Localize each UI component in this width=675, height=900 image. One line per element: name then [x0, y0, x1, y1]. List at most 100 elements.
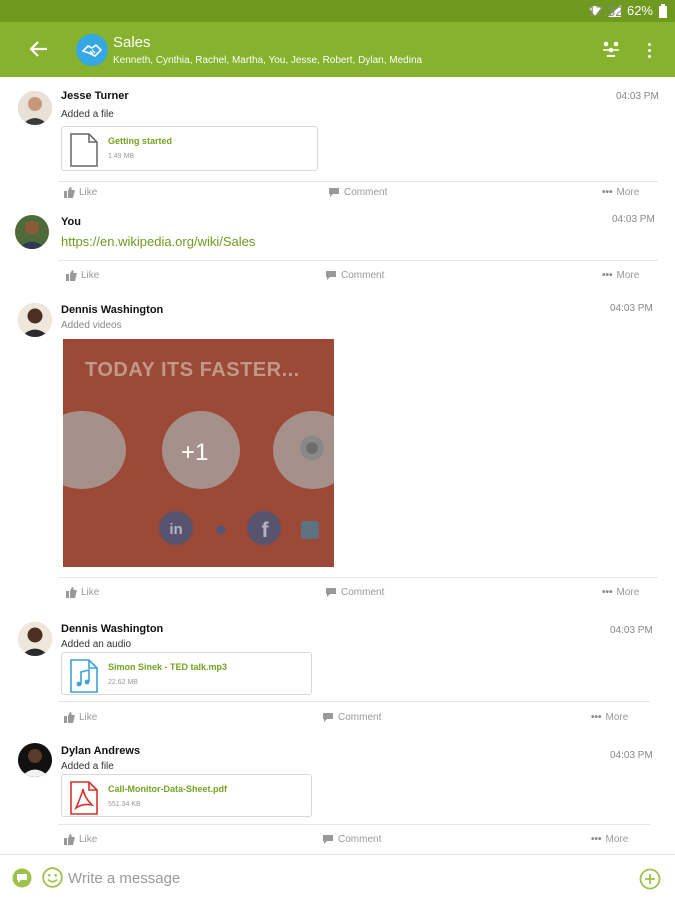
- post-author: Dennis Washington: [61, 623, 164, 635]
- divider: [58, 701, 650, 702]
- avatar[interactable]: [18, 303, 52, 337]
- post-time: 04:03 PM: [610, 625, 653, 636]
- avatar[interactable]: [18, 91, 52, 125]
- message-input[interactable]: [68, 863, 618, 893]
- thumbs-up-icon: [66, 270, 77, 281]
- group-members: Kenneth, Cynthia, Rachel, Martha, You, J…: [113, 55, 423, 66]
- handshake-icon: [81, 43, 103, 57]
- audio-file-icon: [70, 659, 98, 693]
- divider: [58, 181, 658, 182]
- post-time: 04:03 PM: [610, 750, 653, 761]
- post-author: Dennis Washington: [61, 304, 164, 316]
- like-label: Like: [79, 187, 98, 198]
- add-icon[interactable]: [639, 868, 661, 890]
- more-label: More: [616, 270, 640, 281]
- file-size: 22.62 MB: [108, 679, 138, 686]
- thumbs-up-icon: [64, 834, 75, 845]
- avatar[interactable]: [15, 215, 49, 249]
- status-icons: 62% 17:32: [587, 2, 667, 19]
- more-label: More: [605, 712, 629, 723]
- file-size: 551.34 KB: [108, 801, 141, 808]
- file-name: Simon Sinek - TED talk.mp3: [108, 662, 228, 672]
- more-label: More: [616, 187, 640, 198]
- overflow-menu-button[interactable]: [640, 38, 658, 62]
- post-action: Added a file: [61, 109, 114, 120]
- comment-button[interactable]: Comment: [322, 712, 381, 723]
- message-composer: [0, 854, 675, 900]
- comment-label: Comment: [341, 270, 385, 281]
- more-button[interactable]: ••• More: [591, 834, 628, 845]
- post-link[interactable]: https://en.wikipedia.org/wiki/Sales: [61, 234, 255, 249]
- file-attachment[interactable]: Simon Sinek - TED talk.mp3 22.62 MB: [61, 652, 312, 695]
- like-button[interactable]: Like: [64, 712, 97, 723]
- document-icon: [70, 133, 98, 167]
- divider: [58, 824, 650, 825]
- comment-button[interactable]: Comment: [322, 834, 381, 845]
- more-label: More: [605, 834, 629, 845]
- comment-button[interactable]: Comment: [325, 587, 384, 598]
- comment-icon: [326, 271, 336, 280]
- thumbs-up-icon: [64, 712, 75, 723]
- video-thumbnail[interactable]: TODAY ITS FASTER... in f +1: [63, 339, 334, 567]
- ellipsis-icon: •••: [602, 187, 613, 198]
- more-button[interactable]: ••• More: [602, 587, 639, 598]
- comment-icon: [323, 835, 333, 844]
- chat-icon[interactable]: [12, 868, 32, 888]
- message-feed[interactable]: Jesse Turner 04:03 PM Added a file Getti…: [0, 77, 675, 854]
- more-button[interactable]: ••• More: [591, 712, 628, 723]
- more-videos-count: +1: [181, 439, 209, 466]
- like-button[interactable]: Like: [66, 270, 99, 281]
- like-button[interactable]: Like: [64, 187, 97, 198]
- emoji-icon[interactable]: [42, 867, 63, 888]
- group-title: Sales: [113, 34, 151, 51]
- like-label: Like: [81, 587, 100, 598]
- members-button[interactable]: [600, 38, 624, 62]
- like-label: Like: [79, 834, 98, 845]
- group-members-icon: [603, 41, 619, 57]
- comment-button[interactable]: Comment: [328, 187, 387, 198]
- comment-label: Comment: [344, 187, 388, 198]
- comment-button[interactable]: Comment: [325, 270, 384, 281]
- avatar[interactable]: [18, 743, 52, 777]
- post-author: Dylan Andrews: [61, 745, 141, 757]
- status-bar: 62% 17:32: [0, 0, 675, 22]
- file-attachment[interactable]: Call-Monitor-Data-Sheet.pdf 551.34 KB: [61, 774, 312, 817]
- more-label: More: [616, 587, 640, 598]
- pdf-file-icon: [70, 781, 98, 815]
- group-avatar[interactable]: [76, 34, 108, 66]
- divider: [58, 260, 658, 261]
- more-button[interactable]: ••• More: [602, 270, 639, 281]
- comment-label: Comment: [338, 712, 382, 723]
- comment-label: Comment: [338, 834, 382, 845]
- battery-icon: [659, 3, 667, 18]
- back-button[interactable]: [26, 36, 52, 62]
- post-action: Added videos: [61, 320, 122, 331]
- ellipsis-icon: •••: [602, 270, 613, 281]
- ellipsis-icon: •••: [591, 834, 602, 845]
- file-name: Getting started: [108, 136, 173, 146]
- like-button[interactable]: Like: [64, 834, 97, 845]
- file-attachment[interactable]: Getting started 1.49 MB: [61, 126, 318, 171]
- ellipsis-icon: •••: [591, 712, 602, 723]
- post-time: 04:03 PM: [612, 214, 655, 225]
- more-button[interactable]: ••• More: [602, 187, 639, 198]
- post-author: You: [61, 216, 81, 228]
- avatar[interactable]: [18, 622, 52, 656]
- comment-icon: [329, 188, 339, 197]
- ellipsis-icon: •••: [602, 587, 613, 598]
- post-action: Added an audio: [61, 639, 132, 650]
- post-action: Added a file: [61, 761, 114, 772]
- comment-icon: [326, 588, 336, 597]
- app-toolbar: Sales Kenneth, Cynthia, Rachel, Martha, …: [0, 22, 675, 77]
- comment-label: Comment: [341, 587, 385, 598]
- post-author: Jesse Turner: [61, 90, 129, 102]
- comment-icon: [323, 713, 333, 722]
- thumbs-up-icon: [64, 187, 75, 198]
- like-button[interactable]: Like: [66, 587, 99, 598]
- file-name: Call-Monitor-Data-Sheet.pdf: [108, 784, 227, 794]
- clock: 17:32: [587, 2, 624, 19]
- thumbs-up-icon: [66, 587, 77, 598]
- post-time: 04:03 PM: [610, 303, 653, 314]
- divider: [58, 577, 658, 578]
- battery-percent: 62%: [626, 3, 653, 18]
